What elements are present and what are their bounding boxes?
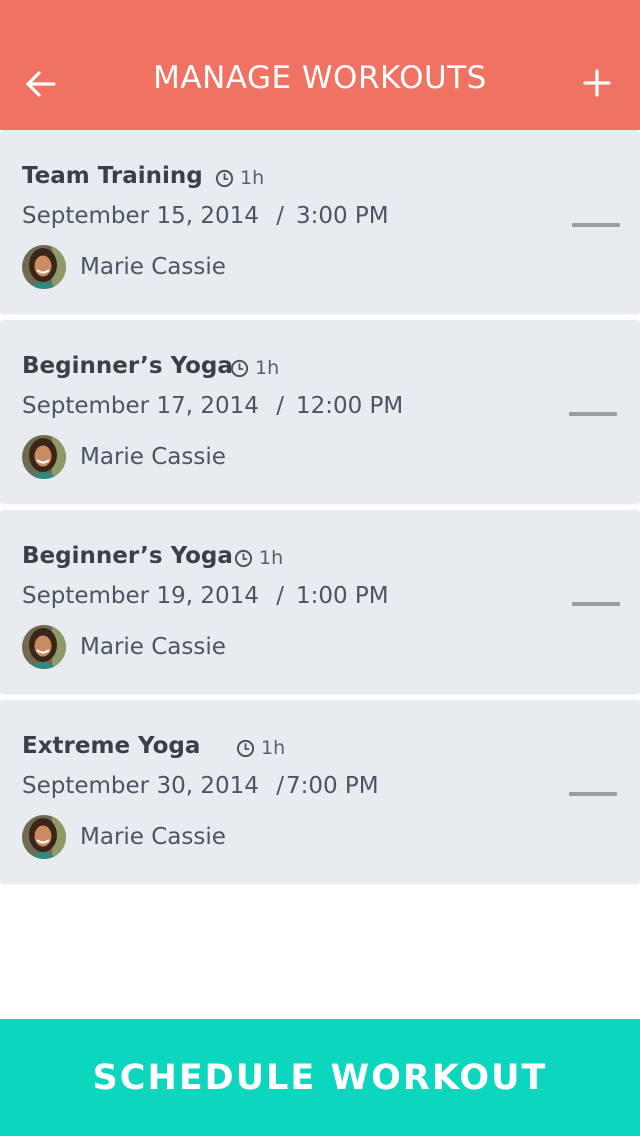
remove-workout-button[interactable]: [569, 412, 617, 416]
trainer-name: Marie Cassie: [80, 444, 226, 470]
workout-card[interactable]: Team Training 1h September 15, 2014 / 3:0…: [0, 130, 640, 314]
trainer-name: Marie Cassie: [80, 634, 226, 660]
workout-time: 12:00 PM: [295, 393, 404, 419]
trainer-info: Marie Cassie: [22, 435, 226, 479]
date-time-separator: /: [276, 583, 284, 609]
workout-duration: 1h: [234, 547, 283, 569]
clock-icon: [234, 549, 253, 567]
workout-time: 3:00 PM: [295, 203, 389, 229]
duration-label: 1h: [255, 357, 280, 379]
workout-duration: 1h: [230, 357, 279, 379]
clock-icon: [215, 169, 234, 187]
app-header: MANAGE WORKOUTS: [0, 0, 640, 130]
duration-label: 1h: [240, 167, 265, 189]
workout-name: Team Training: [22, 163, 203, 189]
clock-icon: [236, 739, 255, 757]
workout-date: September 17, 2014: [22, 393, 259, 419]
clock-icon: [230, 359, 249, 377]
workout-card[interactable]: Beginner’s Yoga 1h September 19, 2014 / 1…: [0, 510, 640, 694]
workout-date: September 19, 2014: [22, 583, 259, 609]
plus-icon[interactable]: [582, 66, 612, 100]
date-time-separator: /: [276, 203, 284, 229]
workout-list: Team Training 1h September 15, 2014 / 3:0…: [0, 130, 640, 890]
workout-date: September 30, 2014: [22, 773, 259, 799]
page-title: MANAGE WORKOUTS: [153, 60, 487, 96]
workout-time: 7:00 PM: [285, 773, 379, 799]
remove-workout-button[interactable]: [572, 602, 620, 606]
trainer-name: Marie Cassie: [80, 824, 226, 850]
trainer-info: Marie Cassie: [22, 625, 226, 669]
date-time-separator: /: [276, 393, 284, 419]
workout-duration: 1h: [215, 167, 264, 189]
remove-workout-button[interactable]: [572, 223, 620, 227]
workout-name: Beginner’s Yoga: [22, 543, 233, 569]
workout-time: 1:00 PM: [295, 583, 389, 609]
trainer-avatar: [22, 815, 66, 859]
workout-date: September 15, 2014: [22, 203, 259, 229]
workout-datetime: September 19, 2014 / 1:00 PM: [22, 583, 389, 609]
trainer-name: Marie Cassie: [80, 254, 226, 280]
workout-card[interactable]: Beginner’s Yoga 1h September 17, 2014 / 1…: [0, 320, 640, 504]
duration-label: 1h: [261, 737, 286, 759]
workout-name: Extreme Yoga: [22, 733, 201, 759]
duration-label: 1h: [259, 547, 284, 569]
workout-datetime: September 17, 2014 / 12:00 PM: [22, 393, 403, 419]
date-time-separator: /: [276, 773, 284, 799]
trainer-avatar: [22, 245, 66, 289]
workout-duration: 1h: [236, 737, 285, 759]
schedule-workout-button[interactable]: SCHEDULE WORKOUT: [0, 1019, 640, 1136]
trainer-info: Marie Cassie: [22, 815, 226, 859]
remove-workout-button[interactable]: [569, 792, 617, 796]
workout-name: Beginner’s Yoga: [22, 353, 233, 379]
workout-datetime: September 15, 2014 / 3:00 PM: [22, 203, 389, 229]
trainer-avatar: [22, 625, 66, 669]
trainer-avatar: [22, 435, 66, 479]
workout-datetime: September 30, 2014 /7:00 PM: [22, 773, 379, 799]
trainer-info: Marie Cassie: [22, 245, 226, 289]
workout-card[interactable]: Extreme Yoga 1h September 30, 2014 /7:00…: [0, 700, 640, 884]
